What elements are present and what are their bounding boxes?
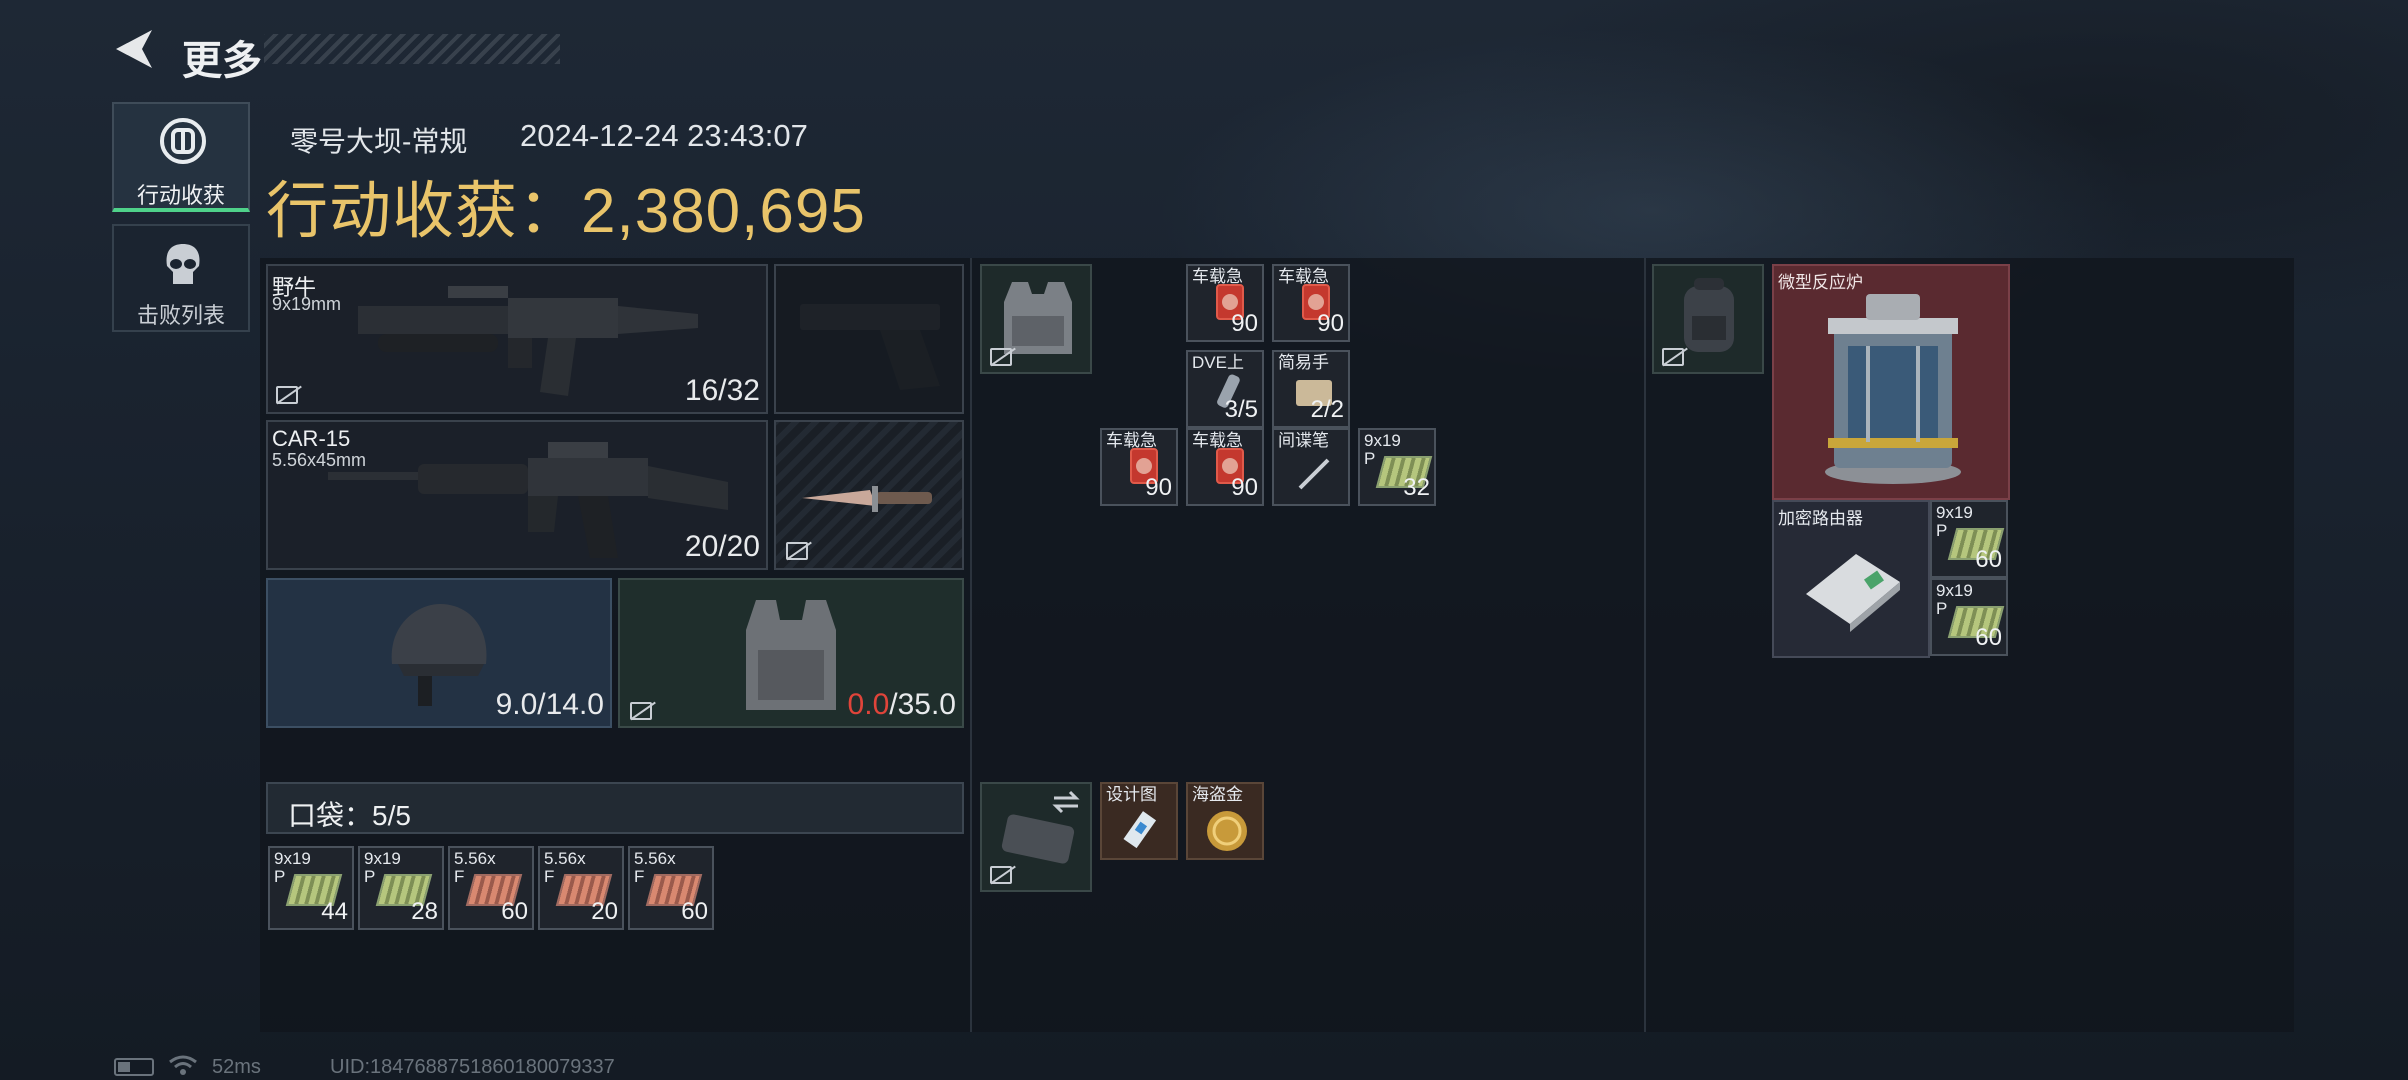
uninsured-icon xyxy=(1662,348,1684,366)
chest-rig-slot[interactable] xyxy=(980,264,1092,374)
tab-kills[interactable]: 击败列表 xyxy=(112,224,250,332)
header-stripe xyxy=(264,34,560,64)
panel-divider xyxy=(970,258,972,1032)
loot-icon xyxy=(160,118,206,164)
backpack-icon xyxy=(1684,278,1734,352)
rig-item[interactable]: 车载急 90 xyxy=(1186,264,1264,342)
battery-icon xyxy=(114,1058,154,1076)
match-datetime: 2024-12-24 23:43:07 xyxy=(520,118,808,153)
rig-item[interactable]: 9x19 P 32 xyxy=(1358,428,1436,506)
sidearm-slot[interactable] xyxy=(774,264,964,414)
reactor-icon xyxy=(1825,294,1961,484)
secondary-weapon-slot[interactable]: CAR-15 5.56x45mm 20/20 xyxy=(266,420,768,570)
uid-text: UID:1847688751860180079337 xyxy=(330,1056,615,1078)
gold-coin-icon xyxy=(1207,811,1247,851)
backpack-slot[interactable] xyxy=(1652,264,1764,374)
pocket-item[interactable]: 5.56x F 60 xyxy=(448,846,534,930)
blueprint-icon xyxy=(1123,811,1157,849)
primary-weapon-slot[interactable]: 野牛 9x19mm 16/32 xyxy=(266,264,768,414)
uninsured-icon xyxy=(786,542,808,560)
backpack-ammo-item[interactable]: 9x19 P 60 xyxy=(1930,500,2008,578)
uninsured-icon xyxy=(990,348,1012,366)
back-arrow-icon xyxy=(116,30,152,68)
rig-item[interactable]: DVE上 3/5 xyxy=(1186,350,1264,428)
pocket-item[interactable]: 9x19 P 44 xyxy=(268,846,354,930)
uninsured-icon xyxy=(276,386,298,404)
rig-item[interactable]: 车载急 90 xyxy=(1186,428,1264,506)
rig-item[interactable]: 车载急 90 xyxy=(1100,428,1178,506)
helmet-slot[interactable]: 9.0/14.0 xyxy=(266,578,612,728)
weapon-ammo: 16/32 xyxy=(684,374,760,407)
vest-durability: 0.0/35.0 xyxy=(847,688,956,721)
smg-icon xyxy=(358,286,698,396)
skull-icon xyxy=(166,244,200,284)
safe-case-slot[interactable] xyxy=(980,782,1092,892)
wifi-icon xyxy=(169,1055,197,1075)
backpack-ammo-item[interactable]: 9x19 P 60 xyxy=(1930,578,2008,656)
case-item[interactable]: 设计图 xyxy=(1100,782,1178,860)
pocket-item[interactable]: 5.56x F 20 xyxy=(538,846,624,930)
backpack-item-reactor[interactable]: 微型反应炉 xyxy=(1772,264,2010,500)
map-name: 零号大坝-常规 xyxy=(290,126,468,157)
rig-item[interactable]: 间谍笔 xyxy=(1272,428,1350,506)
page-title: 更多 xyxy=(182,39,262,83)
pistol-icon xyxy=(800,304,940,390)
melee-slot[interactable] xyxy=(774,420,964,570)
tab-loot[interactable]: 行动收获 xyxy=(112,102,250,212)
swap-icon xyxy=(1052,790,1080,814)
spy-pen-icon xyxy=(1298,458,1330,490)
loot-value: 行动收获：2,380,695 xyxy=(266,177,866,246)
router-icon xyxy=(1806,554,1900,632)
knife-icon xyxy=(802,486,932,512)
rig-item[interactable]: 车载急 90 xyxy=(1272,264,1350,342)
back-button[interactable]: 更多 xyxy=(112,24,560,83)
pockets-label: 口袋：5/5 xyxy=(288,800,411,831)
tab-loot-label: 行动收获 xyxy=(136,183,225,208)
vest-icon xyxy=(746,600,836,710)
helmet-durability: 9.0/14.0 xyxy=(495,688,604,721)
case-item[interactable]: 海盗金 xyxy=(1186,782,1264,860)
pocket-item[interactable]: 5.56x F 60 xyxy=(628,846,714,930)
armor-slot[interactable]: 0.0/35.0 xyxy=(618,578,964,728)
uninsured-icon xyxy=(990,866,1012,884)
uninsured-icon xyxy=(630,702,652,720)
panel-divider xyxy=(1644,258,1646,1032)
helmet-icon xyxy=(391,604,487,706)
backpack-item-router[interactable]: 加密路由器 xyxy=(1772,500,1930,658)
rifle-icon xyxy=(328,442,728,558)
weapon-ammo: 20/20 xyxy=(684,530,760,563)
rig-item[interactable]: 简易手 2/2 xyxy=(1272,350,1350,428)
tab-kills-label: 击败列表 xyxy=(136,303,225,328)
case-icon xyxy=(1001,814,1075,864)
pocket-item[interactable]: 9x19 P 28 xyxy=(358,846,444,930)
pockets-header: 口袋：5/5 xyxy=(266,782,964,834)
ping-text: 52ms xyxy=(212,1056,261,1078)
